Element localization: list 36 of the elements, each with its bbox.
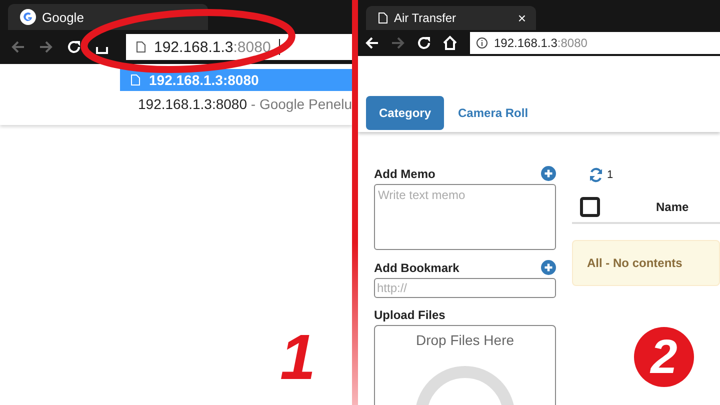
page-icon [136,41,146,53]
drop-zone[interactable]: Drop Files Here [374,325,556,405]
nav-tab[interactable]: Category [366,96,444,130]
refresh-icon[interactable] [588,167,604,183]
column-header: Name [656,200,689,214]
select-all-checkbox[interactable] [580,197,600,217]
reload-icon[interactable] [416,35,432,51]
tab-title: Air Transfer [394,11,458,25]
suggestion-item[interactable]: 192.168.1.3:8080 - Google Penelu [120,93,352,115]
empty-alert: All - No contents [572,240,720,286]
field-label: Add Bookmark [374,260,460,274]
step-number: 2 [634,327,694,387]
close-tab-button[interactable]: × [518,10,526,26]
bookmark-field[interactable]: http:// [374,278,556,298]
nav-tab[interactable]: Camera Roll [458,96,528,130]
add-icon[interactable] [541,166,556,181]
refresh-count: 1 [607,169,614,181]
step-number: 1 [280,325,316,389]
address-bar[interactable]: 192.168.1.3:8080 [470,32,720,54]
address-bar[interactable]: 192.168.1.3:8080 [126,34,352,60]
tab-title: Google [42,10,84,24]
url-text: 192.168.1.3:8080 [494,36,588,50]
field-label: Upload Files [374,308,446,322]
info-icon [476,37,488,49]
browser-tab[interactable]: Air Transfer × [366,6,536,30]
back-arrow-icon[interactable] [364,35,380,51]
forward-arrow-icon[interactable] [390,35,406,51]
page-icon [378,12,388,24]
forward-arrow-icon[interactable] [38,39,54,55]
url-text: 192.168.1.3:8080 [154,38,271,56]
memo-field[interactable]: Write text memo [374,184,556,250]
field-label: Add Memo [374,166,436,180]
add-icon[interactable] [541,260,556,275]
google-logo-icon [20,9,36,25]
reload-icon[interactable] [66,39,82,55]
page-icon [130,74,141,86]
